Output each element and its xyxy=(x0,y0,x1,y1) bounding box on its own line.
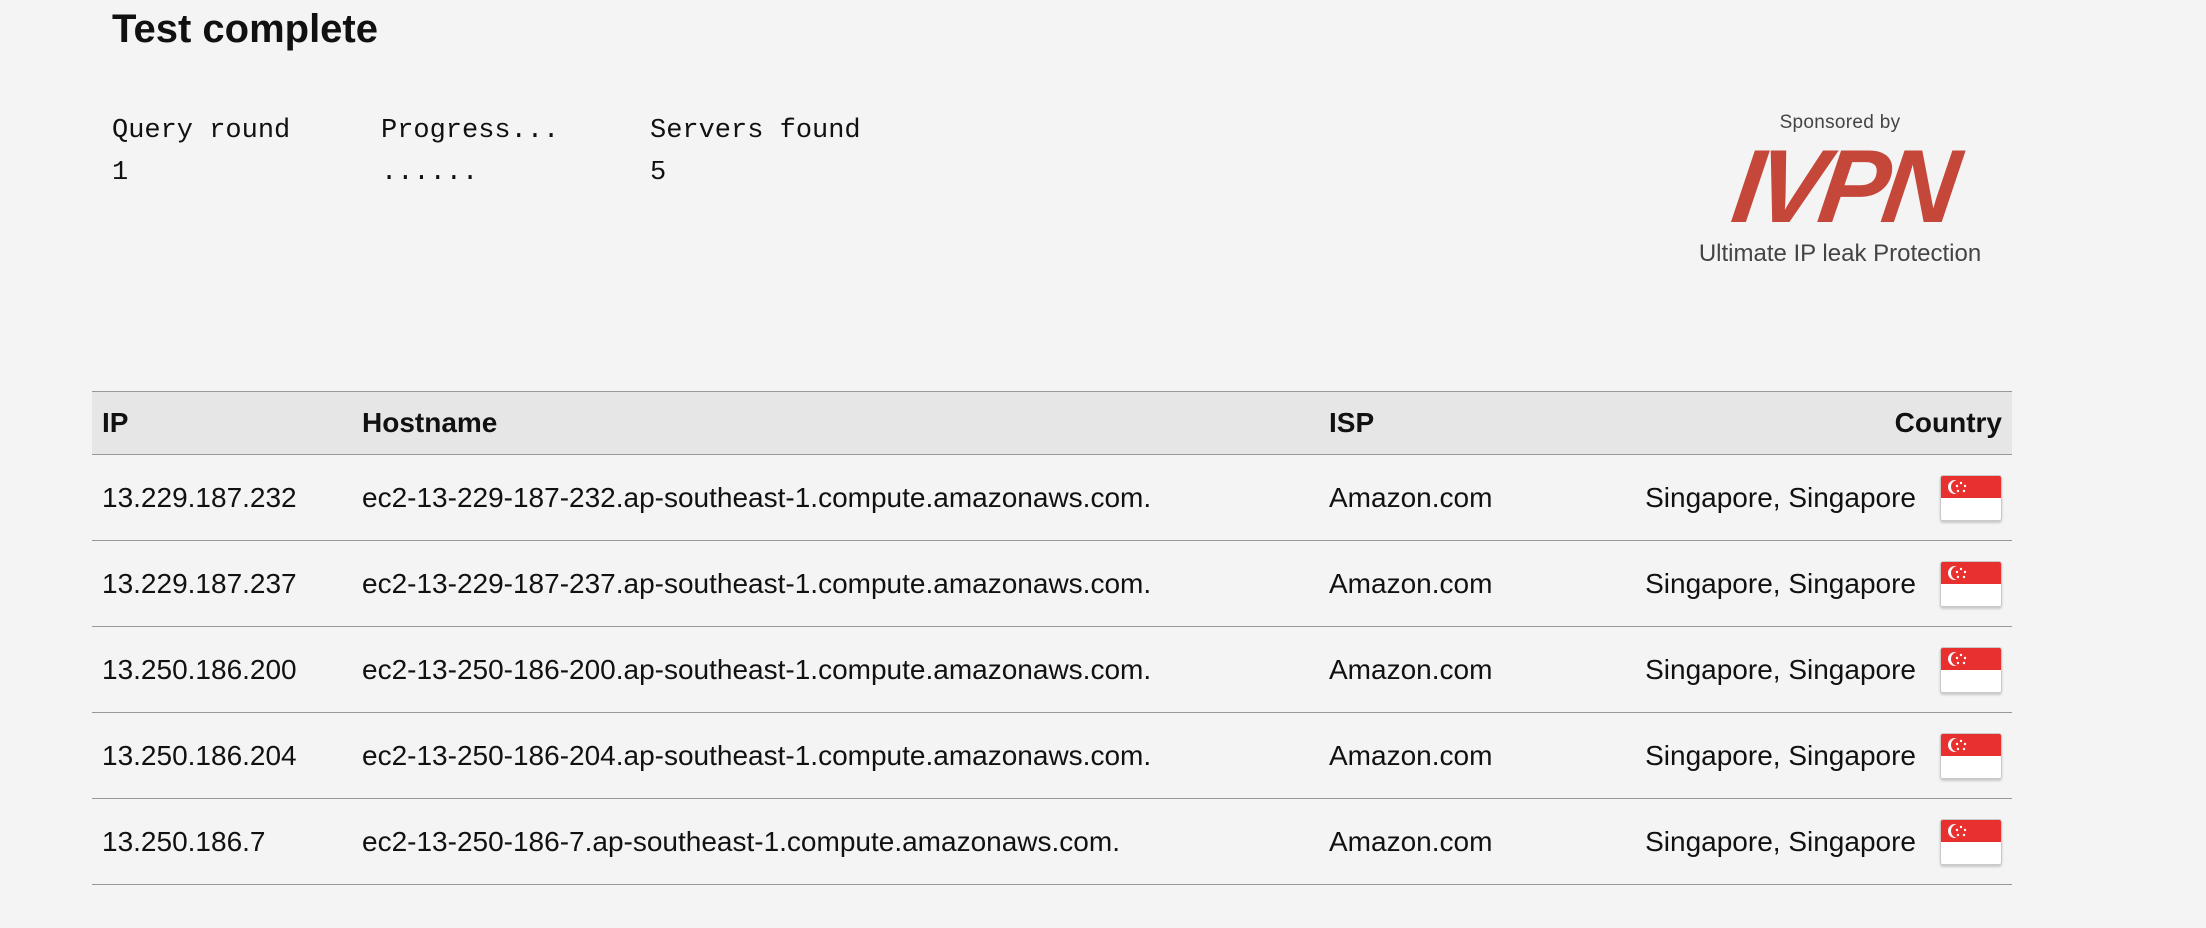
country-name: Singapore, Singapore xyxy=(1645,739,1916,771)
cell-country: Singapore, Singapore xyxy=(1589,454,2012,541)
table-row: 13.229.187.237 ec2-13-229-187-237.ap-sout… xyxy=(92,540,2012,627)
svg-text:IVPN: IVPN xyxy=(1726,140,1970,236)
singapore-flag-icon xyxy=(1940,474,2002,521)
cell-hostname: ec2-13-250-186-200.ap-southeast-1.comput… xyxy=(352,626,1319,713)
singapore-flag-icon xyxy=(1940,732,2002,779)
cell-ip: 13.229.187.232 xyxy=(92,454,352,541)
sponsored-by-label: Sponsored by xyxy=(1779,112,1901,133)
query-round-stat: Query round 1 xyxy=(112,110,372,194)
country-wrap: Singapore, Singapore xyxy=(1645,818,2002,865)
table-body: 13.229.187.232 ec2-13-229-187-232.ap-sout… xyxy=(92,454,2012,885)
country-wrap: Singapore, Singapore xyxy=(1645,560,2002,607)
page-title: Test complete xyxy=(112,7,378,51)
cell-ip: 13.250.186.200 xyxy=(92,626,352,713)
ivpn-logo: IVPN xyxy=(1726,140,1970,236)
header-ip: IP xyxy=(92,391,352,455)
cell-isp: Amazon.com xyxy=(1319,626,1589,713)
servers-found-label: Servers found xyxy=(650,116,861,146)
cell-country: Singapore, Singapore xyxy=(1589,712,2012,799)
table-row: 13.250.186.204 ec2-13-250-186-204.ap-sout… xyxy=(92,712,2012,799)
servers-found-stat: Servers found 5 xyxy=(650,110,910,194)
cell-ip: 13.229.187.237 xyxy=(92,540,352,627)
cell-isp: Amazon.com xyxy=(1319,454,1589,541)
cell-ip: 13.250.186.7 xyxy=(92,798,352,885)
table-row: 13.250.186.7 ec2-13-250-186-7.ap-southeas… xyxy=(92,798,2012,885)
singapore-flag-icon xyxy=(1940,646,2002,693)
cell-ip: 13.250.186.204 xyxy=(92,712,352,799)
country-name: Singapore, Singapore xyxy=(1645,825,1916,857)
header-country: Country xyxy=(1589,391,2012,455)
country-name: Singapore, Singapore xyxy=(1645,567,1916,599)
cell-hostname: ec2-13-250-186-204.ap-southeast-1.comput… xyxy=(352,712,1319,799)
query-round-label: Query round xyxy=(112,116,291,146)
cell-hostname: ec2-13-229-187-237.ap-southeast-1.comput… xyxy=(352,540,1319,627)
cell-hostname: ec2-13-229-187-232.ap-southeast-1.comput… xyxy=(352,454,1319,541)
country-wrap: Singapore, Singapore xyxy=(1645,474,2002,521)
table-row: 13.229.187.232 ec2-13-229-187-232.ap-sout… xyxy=(92,454,2012,541)
singapore-flag-icon xyxy=(1940,560,2002,607)
country-name: Singapore, Singapore xyxy=(1645,653,1916,685)
cell-country: Singapore, Singapore xyxy=(1589,626,2012,713)
cell-hostname: ec2-13-250-186-7.ap-southeast-1.compute.… xyxy=(352,798,1319,885)
cell-isp: Amazon.com xyxy=(1319,540,1589,627)
cell-isp: Amazon.com xyxy=(1319,712,1589,799)
country-wrap: Singapore, Singapore xyxy=(1645,732,2002,779)
query-round-value: 1 xyxy=(112,158,129,188)
singapore-flag-icon xyxy=(1940,818,2002,865)
sponsor-tagline: Ultimate IP leak Protection xyxy=(1698,240,1982,267)
sponsor-banner[interactable]: Sponsored by IVPN Ultimate IP leak Prote… xyxy=(1680,112,2000,268)
progress-label: Progress... xyxy=(381,116,560,146)
table-header-row: IP Hostname ISP Country xyxy=(92,391,2012,455)
cell-country: Singapore, Singapore xyxy=(1589,540,2012,627)
country-name: Singapore, Singapore xyxy=(1645,481,1916,513)
servers-found-value: 5 xyxy=(650,158,667,188)
header-isp: ISP xyxy=(1319,391,1589,455)
country-wrap: Singapore, Singapore xyxy=(1645,646,2002,693)
table-row: 13.250.186.200 ec2-13-250-186-200.ap-sout… xyxy=(92,626,2012,713)
progress-value: ...... xyxy=(381,158,479,188)
cell-isp: Amazon.com xyxy=(1319,798,1589,885)
progress-stat: Progress... ...... xyxy=(381,110,641,194)
cell-country: Singapore, Singapore xyxy=(1589,798,2012,885)
header-hostname: Hostname xyxy=(352,391,1319,455)
dns-servers-table: IP Hostname ISP Country 13.229.187.232 ec… xyxy=(92,391,2012,885)
